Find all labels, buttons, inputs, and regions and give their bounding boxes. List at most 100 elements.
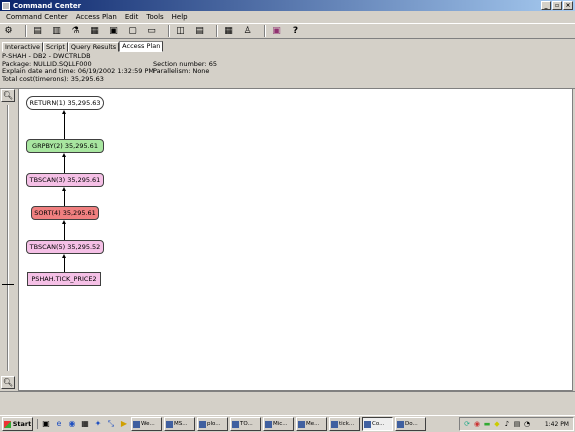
tab-script[interactable]: Script	[43, 42, 68, 52]
control-center-icon[interactable]: ▦	[88, 25, 101, 38]
menu-bar: Command Center Access Plan Edit Tools He…	[0, 11, 575, 22]
monitor-icon[interactable]: ◆	[493, 420, 501, 428]
replication-icon[interactable]: ▣	[107, 25, 120, 38]
app-icon-5[interactable]: ✦	[93, 419, 103, 429]
tab-strip: Interactive Script Query Results Access …	[2, 41, 164, 52]
window-icon	[232, 420, 239, 428]
close-button[interactable]: ×	[563, 1, 573, 10]
app-icon	[2, 1, 10, 10]
info-center-icon[interactable]: ⚗	[69, 25, 82, 38]
taskbar-item-label: tick...	[339, 421, 355, 427]
toolbar-separator	[25, 25, 27, 37]
people-icon[interactable]: ♙	[241, 25, 254, 38]
taskbar-item[interactable]: Do...	[395, 417, 426, 431]
plan-node-return[interactable]: RETURN(1) 35,295.63	[26, 96, 104, 110]
browser-icon[interactable]: e	[54, 419, 64, 429]
plan-node-grpby[interactable]: GRPBY(2) 35,295.61	[26, 139, 104, 153]
security-icon[interactable]: ◉	[473, 420, 481, 428]
plan-node-tbscan-3[interactable]: TBSCAN(3) 35,295.61	[26, 173, 104, 187]
journal-icon[interactable]: ▥	[50, 25, 63, 38]
plan-node-table[interactable]: PSHAH.TICK_PRICE2	[27, 272, 101, 286]
window-icon	[265, 420, 272, 428]
taskbar-item-label: Do...	[405, 421, 418, 427]
plan-edge-arrow	[62, 220, 66, 224]
window-icon	[133, 420, 140, 428]
window-icon	[298, 420, 305, 428]
plan-edge	[64, 258, 65, 272]
show-desktop-icon[interactable]: ▣	[41, 419, 51, 429]
window-icon	[199, 420, 206, 428]
plan-edge	[64, 224, 65, 240]
task-icon[interactable]: ▢	[126, 25, 139, 38]
status-area	[0, 391, 575, 405]
db2-icon[interactable]: ▬	[483, 420, 491, 428]
start-button[interactable]: Start	[2, 417, 33, 431]
menu-help[interactable]: Help	[168, 13, 192, 21]
tab-interactive[interactable]: Interactive	[2, 42, 44, 52]
clock[interactable]: 1:42 PM	[545, 421, 569, 428]
tab-query-results[interactable]: Query Results	[67, 42, 120, 52]
taskbar-item-label: We...	[141, 421, 155, 427]
license-icon[interactable]: ▭	[145, 25, 158, 38]
table-icon[interactable]: ▤	[193, 25, 206, 38]
taskbar-item[interactable]: Me...	[296, 417, 327, 431]
toolbar-separator	[264, 25, 266, 37]
taskbar-item[interactable]: Mic...	[263, 417, 294, 431]
taskbar-item[interactable]: tick...	[329, 417, 360, 431]
settings-icon[interactable]: ▣	[270, 25, 283, 38]
menu-edit[interactable]: Edit	[121, 13, 143, 21]
zoom-slider-thumb[interactable]	[2, 284, 14, 287]
network-icon[interactable]: ⟳	[463, 420, 471, 428]
taskbar-item-label: Me...	[306, 421, 320, 427]
zoom-out-icon[interactable]: 🔍︎	[1, 376, 15, 389]
volume-icon[interactable]: ♪	[503, 420, 511, 428]
menu-access-plan[interactable]: Access Plan	[72, 13, 121, 21]
system-tray: ⟳ ◉ ▬ ◆ ♪ ▤ ◔ 1:42 PM	[459, 417, 574, 431]
outlook-icon[interactable]: ◉	[67, 419, 77, 429]
zoom-in-icon[interactable]: 🔍︎	[1, 89, 15, 102]
taskbar-item-label: MS...	[174, 421, 188, 427]
taskbar-item-active[interactable]: Co...	[362, 417, 393, 431]
plan-node-sort[interactable]: SORT(4) 35,295.61	[31, 206, 99, 220]
taskbar-item-label: Mic...	[273, 421, 288, 427]
app-icon-4[interactable]: ▦	[80, 419, 90, 429]
clock-icon[interactable]: ◔	[523, 420, 531, 428]
plan-node-tbscan-5[interactable]: TBSCAN(5) 35,295.52	[26, 240, 104, 254]
quick-launch: ▣ e ◉ ▦ ✦ ⤡ ▶	[37, 419, 129, 429]
ibm-logo	[543, 11, 571, 21]
access-plan-graph[interactable]: RETURN(1) 35,295.63 GRPBY(2) 35,295.61 T…	[18, 88, 573, 391]
restore-button[interactable]: ▫	[552, 1, 562, 10]
taskbar-item[interactable]: We...	[131, 417, 162, 431]
plan-edge	[64, 157, 65, 173]
taskbar-item[interactable]: plo...	[197, 417, 228, 431]
tree-icon[interactable]: ▦	[222, 25, 235, 38]
visual-explain-icon[interactable]: ◫	[174, 25, 187, 38]
menu-command-center[interactable]: Command Center	[2, 13, 72, 21]
command-center-icon[interactable]: ⚙	[2, 25, 15, 38]
tab-access-plan[interactable]: Access Plan	[119, 41, 164, 52]
window-icon	[364, 420, 371, 428]
taskbar-item-label: Co...	[372, 421, 385, 427]
minimize-button[interactable]: _	[541, 1, 551, 10]
plan-edge	[64, 114, 65, 139]
window-controls: _ ▫ ×	[541, 1, 573, 10]
taskbar-item[interactable]: TO...	[230, 417, 261, 431]
taskbar-item[interactable]: MS...	[164, 417, 195, 431]
app-icon-6[interactable]: ⤡	[106, 419, 116, 429]
script-center-icon[interactable]: ▤	[31, 25, 44, 38]
menu-tools[interactable]: Tools	[142, 13, 167, 21]
app-icon-7[interactable]: ▶	[119, 419, 129, 429]
toolbar-separator	[168, 25, 170, 37]
windows-flag-icon	[3, 420, 11, 428]
taskbar-item-label: TO...	[240, 421, 253, 427]
printer-icon[interactable]: ▤	[513, 420, 521, 428]
window-title: Command Center	[13, 1, 82, 10]
toolbar-separator	[216, 25, 218, 37]
total-cost: Total cost(timerons): 35,295.63	[2, 74, 104, 83]
help-icon[interactable]: ?	[289, 25, 302, 38]
zoom-bar: 🔍︎ 🔍︎	[0, 88, 18, 391]
zoom-slider-track[interactable]	[7, 105, 9, 371]
window-icon	[331, 420, 338, 428]
plan-edge-arrow	[62, 187, 66, 191]
taskbar: Start ▣ e ◉ ▦ ✦ ⤡ ▶ We... MS... plo... T…	[0, 415, 575, 432]
